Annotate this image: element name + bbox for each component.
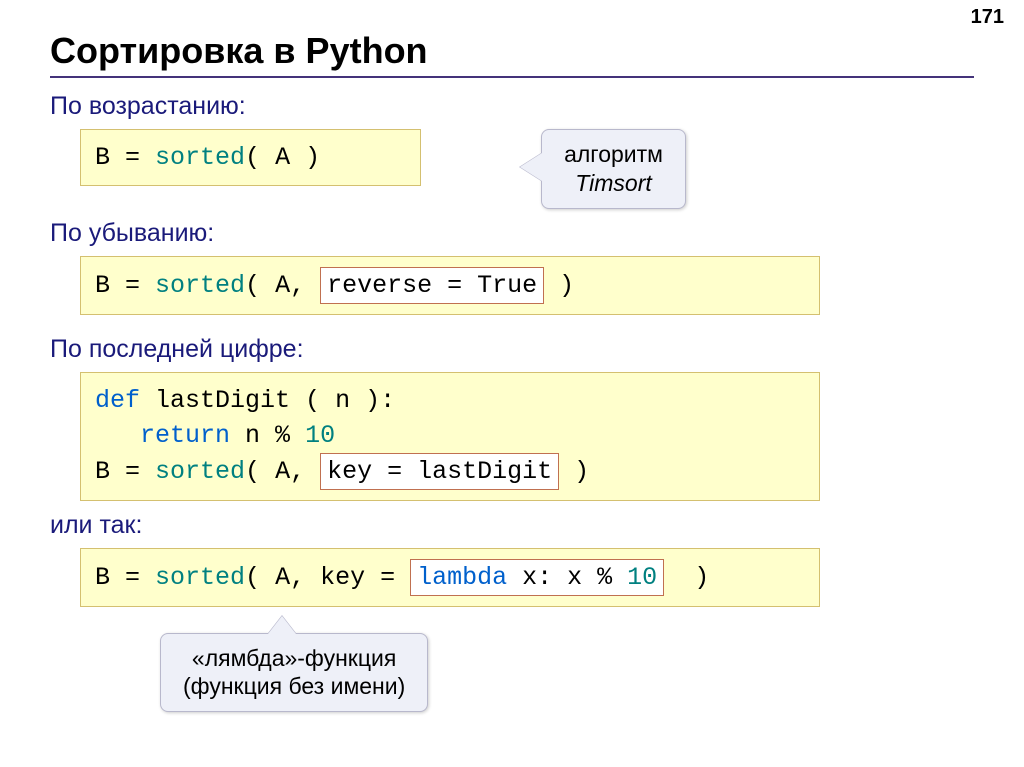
callout-lambda: «лямбда»-функция (функция без имени) — [160, 633, 428, 713]
code-token: A — [275, 271, 290, 300]
code-token: ): — [350, 386, 395, 415]
code-lastdigit: def lastDigit ( n ): return n % 10 B = s… — [80, 372, 820, 501]
code-token: , — [290, 563, 320, 592]
code-token: sorted — [155, 563, 245, 592]
code-token: lastDigit — [140, 386, 305, 415]
callout-timsort: алгоритм Timsort — [541, 129, 686, 209]
code-token: lambda — [417, 563, 507, 592]
code-token: = — [365, 563, 410, 592]
code-token: ( — [305, 386, 335, 415]
section-lastdigit-label: По последней цифре: — [50, 335, 974, 364]
code-token: n — [230, 421, 260, 450]
slide-title: Сортировка в Python — [50, 30, 974, 72]
code-token: n — [335, 386, 350, 415]
code-token: B — [95, 143, 110, 172]
code-token: A — [275, 563, 290, 592]
code-token: ) — [544, 271, 574, 300]
callout-line: алгоритм — [564, 140, 663, 169]
code-token: ( — [245, 563, 275, 592]
code-lambda: B = sorted( A, key = lambda x: x % 10 ) — [80, 548, 820, 607]
code-token: = — [110, 271, 155, 300]
code-token: % — [260, 421, 305, 450]
code-asc: B = sorted( A ) — [80, 129, 421, 186]
callout-pointer-icon — [268, 616, 296, 634]
page-number: 171 — [971, 6, 1004, 29]
code-token: B — [95, 457, 110, 486]
code-desc: B = sorted( A, reverse = True ) — [80, 256, 820, 315]
code-token: = — [110, 143, 155, 172]
section-asc-label: По возрастанию: — [50, 92, 974, 121]
callout-line: «лямбда»-функция — [183, 644, 405, 673]
code-token: sorted — [155, 143, 245, 172]
section-or-label: или так: — [50, 511, 974, 540]
code-token: A — [275, 143, 290, 172]
code-token: ) — [290, 143, 320, 172]
code-token: , — [290, 271, 320, 300]
code-token: def — [95, 386, 140, 415]
callout-line: (функция без имени) — [183, 672, 405, 701]
code-token: return — [140, 421, 230, 450]
code-token: ( — [245, 143, 275, 172]
code-token: sorted — [155, 457, 245, 486]
callout-pointer-icon — [520, 153, 542, 181]
code-token: 10 — [627, 563, 657, 592]
code-token: % — [582, 563, 627, 592]
code-inset-reverse: reverse = True — [320, 267, 544, 304]
code-token: A — [275, 457, 290, 486]
code-token: B — [95, 563, 110, 592]
code-token: 10 — [305, 421, 335, 450]
code-token: sorted — [155, 271, 245, 300]
code-token: key — [320, 563, 365, 592]
slide-content: Сортировка в Python По возрастанию: B = … — [0, 0, 1024, 732]
code-token: ( — [245, 457, 275, 486]
code-token: x: x — [507, 563, 582, 592]
title-rule — [50, 76, 974, 78]
code-token: = — [110, 563, 155, 592]
code-inset-key: key = lastDigit — [320, 453, 559, 490]
code-token: ( — [245, 271, 275, 300]
callout-line: Timsort — [564, 169, 663, 198]
code-token: B — [95, 271, 110, 300]
section-desc-label: По убыванию: — [50, 219, 974, 248]
code-token: , — [290, 457, 320, 486]
code-token: ) — [664, 563, 709, 592]
code-inset-lambda: lambda x: x % 10 — [410, 559, 664, 596]
code-token: = — [110, 457, 155, 486]
code-token: ) — [559, 457, 589, 486]
